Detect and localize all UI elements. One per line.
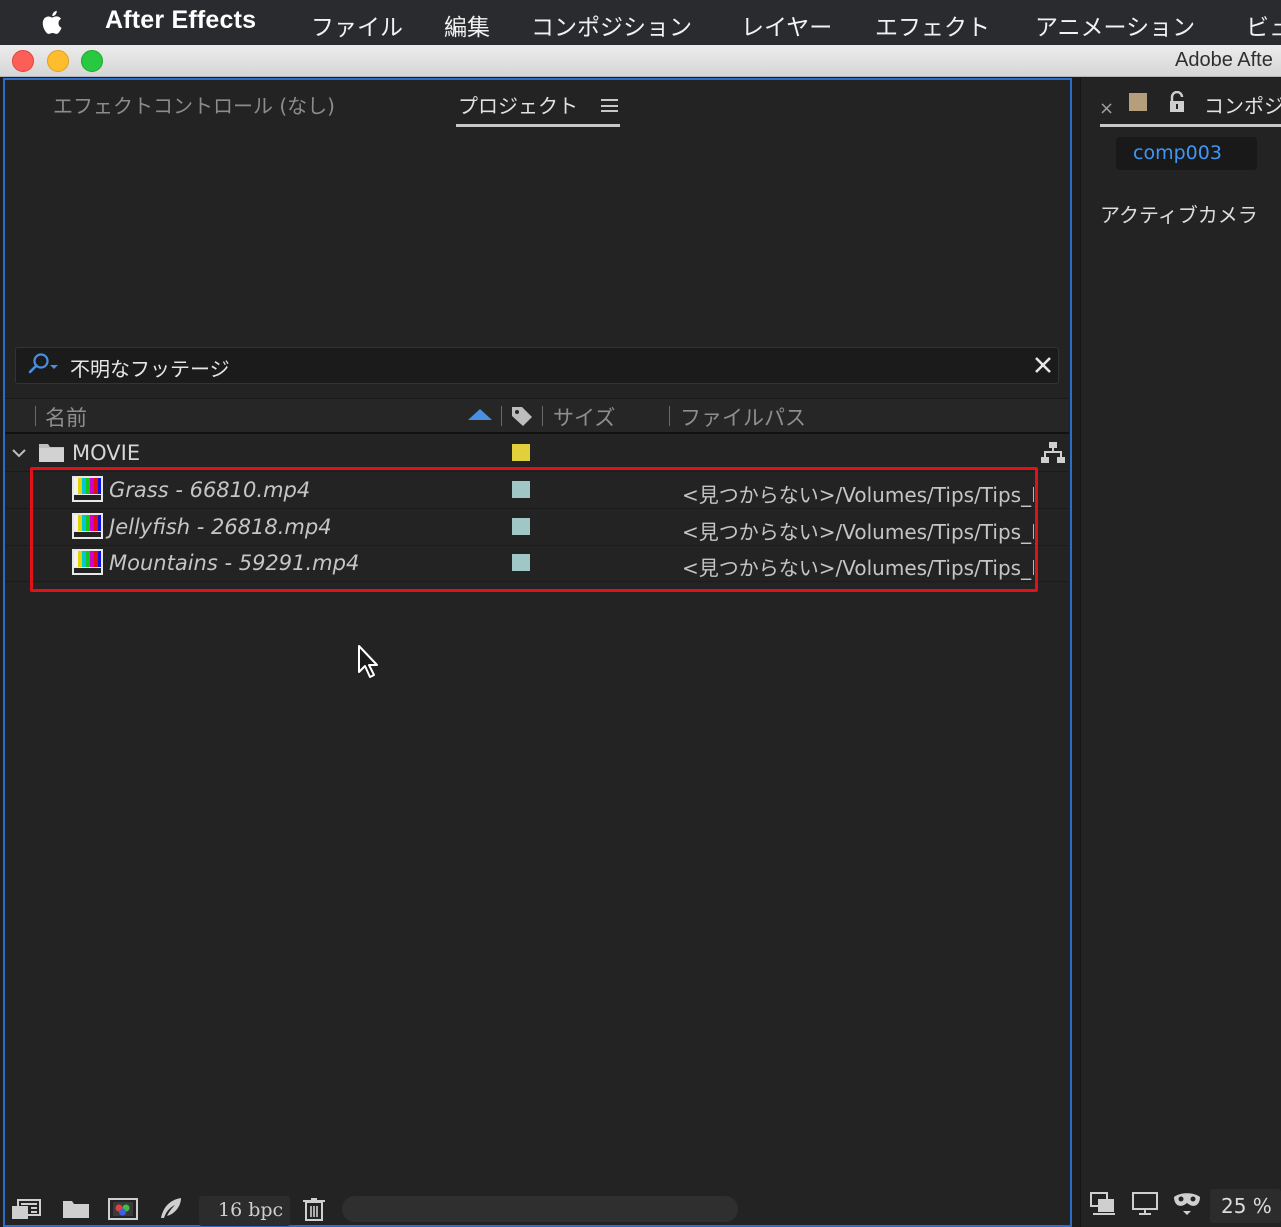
project-panel	[3, 78, 1072, 1227]
zoom-level[interactable]: 25 %	[1221, 1194, 1272, 1218]
tab-project[interactable]: プロジェクト	[458, 90, 578, 119]
menu-item-view[interactable]: ビュ	[1246, 8, 1281, 42]
composition-panel	[1080, 78, 1281, 1227]
apple-icon[interactable]	[38, 7, 68, 37]
column-header-bar	[5, 398, 1069, 434]
active-camera-label: アクティブカメラ	[1100, 203, 1258, 227]
close-icon[interactable]	[1032, 354, 1054, 376]
trash-icon[interactable]	[298, 1196, 330, 1222]
bit-depth-label[interactable]: 16 bpc	[218, 1199, 283, 1221]
column-header-size[interactable]: サイズ	[553, 402, 615, 432]
lock-open-icon[interactable]	[1167, 91, 1187, 113]
tab-effect-controls[interactable]: エフェクトコントロール (なし)	[53, 90, 335, 119]
column-separator[interactable]	[501, 406, 502, 426]
window-title-bar	[0, 45, 1281, 77]
interpret-footage-icon[interactable]	[10, 1196, 42, 1222]
menu-bar: After Effects ファイル 編集 コンポジション レイヤー エフェクト…	[0, 0, 1281, 45]
window-minimize-button[interactable]	[47, 50, 69, 72]
new-composition-icon[interactable]	[107, 1196, 139, 1222]
panel-menu-icon[interactable]	[601, 99, 618, 112]
chevron-down-icon[interactable]	[11, 446, 27, 460]
menu-item-layer[interactable]: レイヤー	[741, 8, 832, 42]
horizontal-scrollbar[interactable]	[342, 1196, 738, 1222]
highlight-annotation	[30, 467, 1038, 592]
column-separator[interactable]	[542, 406, 543, 426]
comp-label-swatch	[1129, 93, 1147, 111]
flowchart-feather-icon[interactable]	[155, 1196, 187, 1222]
label-tag-icon[interactable]	[510, 404, 534, 428]
close-tab-icon[interactable]: ×	[1099, 98, 1114, 119]
column-separator[interactable]	[35, 406, 36, 426]
window-zoom-button[interactable]	[81, 50, 103, 72]
menu-app-name[interactable]: After Effects	[105, 6, 256, 35]
monitor-icon[interactable]	[1130, 1189, 1160, 1217]
preview-toggle-icon[interactable]	[1089, 1189, 1119, 1217]
tab-active-indicator	[1100, 124, 1281, 127]
menu-item-file[interactable]: ファイル	[311, 8, 403, 42]
folder-name[interactable]: MOVIE	[72, 441, 140, 465]
mouse-cursor-icon	[358, 645, 378, 678]
column-separator[interactable]	[669, 406, 670, 426]
folder-icon	[39, 444, 64, 462]
menu-item-effect[interactable]: エフェクト	[875, 8, 990, 42]
new-folder-icon[interactable]	[60, 1196, 92, 1222]
menu-item-edit[interactable]: 編集	[444, 8, 490, 42]
menu-item-composition[interactable]: コンポジション	[531, 8, 692, 42]
window-close-button[interactable]	[12, 50, 34, 72]
flowchart-icon[interactable]	[1040, 440, 1066, 466]
sort-ascending-icon[interactable]	[468, 409, 492, 420]
tab-active-indicator	[456, 124, 620, 127]
menu-item-animation[interactable]: アニメーション	[1035, 8, 1195, 42]
tab-composition[interactable]: コンポジ	[1204, 90, 1281, 119]
column-header-name[interactable]: 名前	[45, 402, 87, 432]
comp-name[interactable]: comp003	[1133, 142, 1222, 164]
search-icon[interactable]	[27, 352, 63, 378]
window-title: Adobe Afte	[1175, 49, 1273, 71]
column-header-file-path[interactable]: ファイルパス	[680, 402, 806, 432]
folder-label-swatch[interactable]	[512, 444, 530, 461]
search-query[interactable]: 不明なフッテージ	[70, 353, 230, 382]
mask-visibility-icon[interactable]	[1172, 1189, 1202, 1217]
